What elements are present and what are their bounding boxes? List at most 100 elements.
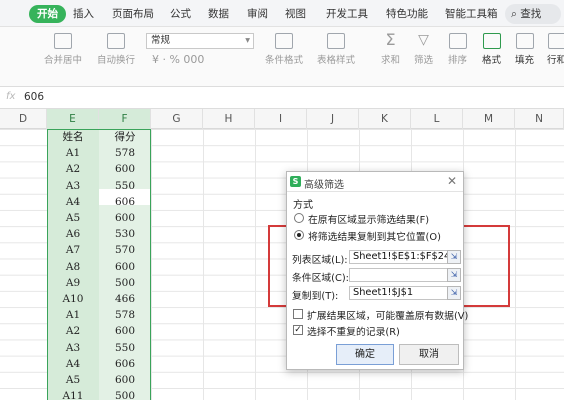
filter-label: 筛选	[414, 55, 433, 66]
score-cell[interactable]: 550	[99, 178, 151, 194]
copy-to-input[interactable]: Sheet1!$J$1	[349, 286, 449, 300]
filter-button[interactable]: ▽ 筛选	[414, 33, 433, 66]
tab-data[interactable]: 数据	[208, 5, 229, 23]
name-cell[interactable]: A7	[47, 242, 99, 258]
column-header-j[interactable]: J	[307, 109, 359, 129]
name-cell[interactable]: A6	[47, 226, 99, 242]
conditional-format-button[interactable]: 条件格式	[265, 33, 303, 66]
column-header-k[interactable]: K	[359, 109, 411, 129]
column-header-e[interactable]: E	[47, 109, 99, 129]
format-icon	[483, 33, 501, 49]
formula-value[interactable]: 606	[24, 91, 44, 103]
name-cell[interactable]: A1	[47, 307, 99, 323]
merge-center-button[interactable]: 合并居中	[44, 33, 82, 66]
criteria-range-label: 条件区域(C):	[292, 270, 349, 284]
column-header-n[interactable]: N	[515, 109, 564, 129]
tab-formulas[interactable]: 公式	[170, 5, 191, 23]
score-cell[interactable]: 606	[99, 194, 151, 210]
wrap-text-button[interactable]: 自动换行	[97, 33, 135, 66]
score-cell[interactable]: 530	[99, 226, 151, 242]
sum-button[interactable]: Σ 求和	[381, 33, 400, 66]
fill-button[interactable]: 填充	[515, 33, 534, 66]
range-picker-icon[interactable]: ⇲	[447, 250, 461, 264]
name-cell[interactable]: A4	[47, 356, 99, 372]
close-icon[interactable]: ✕	[447, 174, 457, 188]
table-style-button[interactable]: 表格样式	[317, 33, 355, 66]
app-logo-icon: S	[290, 176, 301, 187]
search-label: 查找	[520, 8, 541, 20]
name-cell[interactable]: A10	[47, 291, 99, 307]
table-style-icon	[327, 33, 345, 49]
score-cell[interactable]: 578	[99, 145, 151, 161]
rows-cols-icon	[548, 33, 564, 49]
ok-button[interactable]: 确定	[336, 344, 394, 365]
list-range-input[interactable]: Sheet1!$E$1:$F$24	[349, 250, 449, 264]
sort-icon	[449, 33, 467, 49]
tab-page-layout[interactable]: 页面布局	[112, 5, 154, 23]
tab-smart-toolbox[interactable]: 智能工具箱	[445, 5, 498, 23]
currency-format-row[interactable]: ¥ · % 000	[152, 53, 204, 66]
name-cell[interactable]: A5	[47, 210, 99, 226]
score-cell[interactable]: 550	[99, 340, 151, 356]
grid-line	[203, 129, 204, 400]
tab-home[interactable]: 开始	[29, 5, 66, 23]
column-header-h[interactable]: H	[203, 109, 255, 129]
score-cell[interactable]: 500	[99, 275, 151, 291]
radio-in-place[interactable]	[294, 213, 304, 223]
header-cell-score[interactable]: 得分	[99, 129, 151, 145]
score-cell[interactable]: 600	[99, 161, 151, 177]
ribbon-tab-bar: 开始 插入 页面布局 公式 数据 审阅 视图 开发工具 特色功能 智能工具箱 ⌕…	[0, 0, 564, 27]
score-cell[interactable]: 600	[99, 323, 151, 339]
score-cell[interactable]: 600	[99, 372, 151, 388]
column-header-m[interactable]: M	[463, 109, 515, 129]
sigma-icon: Σ	[382, 33, 400, 49]
unique-records-checkbox[interactable]: ✓	[293, 325, 303, 335]
dialog-title-bar[interactable]: S 高级筛选 ✕	[287, 172, 463, 192]
rows-cols-button[interactable]: 行和	[547, 33, 564, 66]
score-cell[interactable]: 600	[99, 210, 151, 226]
name-cell[interactable]: A2	[47, 161, 99, 177]
score-cell[interactable]: 600	[99, 259, 151, 275]
tab-developer[interactable]: 开发工具	[326, 5, 368, 23]
radio-copy-to-label: 将筛选结果复制到其它位置(O)	[308, 229, 441, 243]
name-cell[interactable]: A2	[47, 323, 99, 339]
score-cell[interactable]: 500	[99, 388, 151, 404]
name-cell[interactable]: A3	[47, 340, 99, 356]
tab-insert[interactable]: 插入	[73, 5, 94, 23]
formula-bar[interactable]: fx 606	[0, 87, 564, 109]
criteria-range-input[interactable]	[349, 268, 449, 282]
cancel-button[interactable]: 取消	[399, 344, 459, 365]
score-cell[interactable]: 578	[99, 307, 151, 323]
number-format-value: 常规	[151, 35, 170, 46]
name-cell[interactable]: A5	[47, 372, 99, 388]
column-header-i[interactable]: I	[255, 109, 307, 129]
range-picker-icon[interactable]: ⇲	[447, 286, 461, 300]
expand-range-checkbox[interactable]	[293, 309, 303, 319]
range-picker-icon[interactable]: ⇲	[447, 268, 461, 282]
name-cell[interactable]: A9	[47, 275, 99, 291]
header-cell-name[interactable]: 姓名	[47, 129, 99, 145]
column-header-g[interactable]: G	[151, 109, 203, 129]
sum-label: 求和	[381, 55, 400, 66]
name-cell[interactable]: A8	[47, 259, 99, 275]
sort-button[interactable]: 排序	[448, 33, 467, 66]
tab-view[interactable]: 视图	[285, 5, 306, 23]
format-button[interactable]: 格式	[482, 33, 501, 66]
search-button[interactable]: ⌕ 查找	[505, 4, 561, 24]
name-cell[interactable]: A3	[47, 178, 99, 194]
score-cell[interactable]: 466	[99, 291, 151, 307]
column-header-l[interactable]: L	[411, 109, 463, 129]
radio-copy-to[interactable]	[294, 230, 304, 240]
score-cell[interactable]: 570	[99, 242, 151, 258]
name-cell[interactable]: A11	[47, 388, 99, 404]
column-header-d[interactable]: D	[0, 109, 47, 129]
score-cell[interactable]: 606	[99, 356, 151, 372]
fx-icon: fx	[6, 91, 15, 102]
tab-special[interactable]: 特色功能	[386, 5, 428, 23]
name-cell[interactable]: A4	[47, 194, 99, 210]
number-format-select[interactable]: 常规 ▾	[146, 33, 254, 49]
tab-review[interactable]: 审阅	[247, 5, 268, 23]
column-header-f[interactable]: F	[99, 109, 151, 129]
name-cell[interactable]: A1	[47, 145, 99, 161]
merge-icon	[54, 33, 72, 49]
